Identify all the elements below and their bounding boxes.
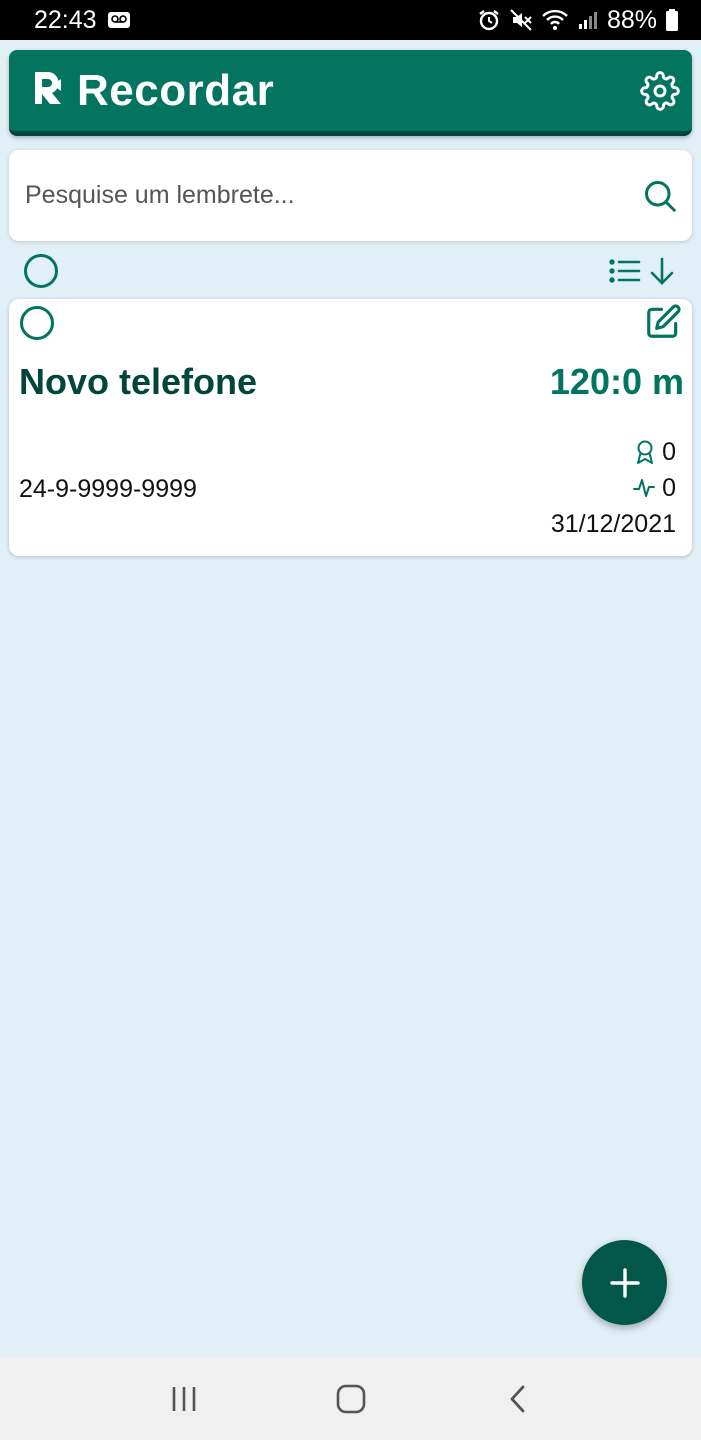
app-bar: Recordar — [9, 50, 692, 136]
date-row: 31/12/2021 — [551, 509, 676, 539]
brand: Recordar — [29, 66, 274, 116]
reminder-meta: 0 0 31/12/2021 — [551, 437, 676, 539]
reminder-phone: 24-9-9999-9999 — [19, 475, 197, 503]
award-row: 0 — [634, 437, 676, 467]
voicemail-icon — [107, 10, 131, 30]
home-button[interactable] — [321, 1369, 381, 1429]
plus-icon — [608, 1266, 642, 1300]
recordar-logo-icon — [29, 68, 69, 113]
search-icon[interactable] — [642, 178, 678, 214]
add-reminder-button[interactable] — [582, 1240, 667, 1325]
select-all-checkbox[interactable] — [23, 253, 59, 289]
edit-icon[interactable] — [644, 303, 682, 341]
reminder-duration: 120:0 m — [549, 361, 684, 402]
mute-icon — [509, 8, 533, 32]
recent-apps-button[interactable] — [154, 1369, 214, 1429]
gear-icon[interactable] — [640, 70, 680, 111]
award-count: 0 — [662, 437, 676, 466]
back-button[interactable] — [488, 1369, 548, 1429]
navigation-bar — [0, 1358, 701, 1440]
status-bar: 22:43 88% — [0, 0, 701, 40]
alarm-icon — [477, 8, 501, 32]
reminder-checkbox[interactable] — [19, 305, 55, 341]
search-box — [9, 150, 692, 241]
reminder-title: Novo telefone — [19, 361, 258, 402]
reminder-date: 31/12/2021 — [550, 509, 676, 538]
search-input[interactable] — [25, 181, 605, 210]
recent-apps-icon — [169, 1384, 199, 1414]
activity-row: 0 — [632, 473, 676, 503]
reminder-card[interactable]: Novo telefone 120:0 m 24-9-9999-9999 0 0… — [9, 299, 692, 556]
app-title: Recordar — [77, 65, 275, 115]
wifi-icon — [541, 8, 569, 32]
status-right: 88% — [477, 6, 679, 35]
battery-icon — [665, 8, 679, 32]
activity-count: 0 — [662, 473, 676, 502]
signal-icon — [577, 9, 599, 31]
list-toolbar — [9, 250, 692, 292]
sort-list-down-icon[interactable] — [608, 254, 678, 288]
status-time: 22:43 — [34, 5, 97, 34]
home-icon — [335, 1383, 367, 1415]
activity-icon — [632, 476, 656, 500]
battery-percent: 88% — [606, 5, 657, 34]
award-icon — [634, 439, 656, 465]
status-left: 22:43 — [34, 6, 131, 35]
back-icon — [506, 1383, 530, 1415]
